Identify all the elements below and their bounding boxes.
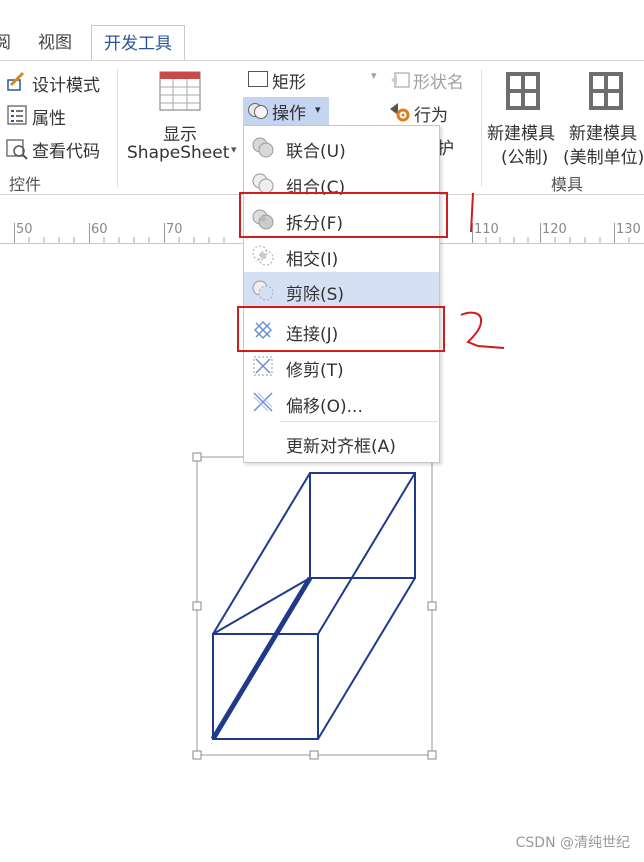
offset-icon bbox=[253, 392, 273, 412]
menu-item-subtract[interactable]: 剪除(S) bbox=[244, 272, 439, 308]
box-shape[interactable] bbox=[212, 472, 416, 740]
menu-item-offset[interactable]: 偏移(O)... bbox=[244, 384, 439, 420]
red-annotation-stroke-1 bbox=[470, 192, 474, 233]
menu-item-label: 更新对齐框(A) bbox=[286, 437, 396, 457]
menu-item-intersect[interactable]: 相交(I) bbox=[244, 237, 439, 273]
menu-item-label: 偏移(O)... bbox=[286, 397, 363, 417]
menu-item-label: 相交(I) bbox=[286, 250, 339, 270]
intersect-icon bbox=[252, 245, 274, 266]
watermark: CSDN @清纯世纪 bbox=[515, 835, 630, 851]
union-icon bbox=[252, 137, 274, 158]
red-highlight-box-fragment bbox=[239, 192, 448, 238]
menu-item-label: 剪除(S) bbox=[286, 285, 345, 305]
red-highlight-box-join bbox=[237, 306, 445, 352]
menu-item-label: 修剪(T) bbox=[286, 361, 344, 381]
menu-item-label: 联合(U) bbox=[286, 142, 346, 162]
red-annotation-stroke-2 bbox=[460, 311, 505, 349]
menu-item-trim[interactable]: 修剪(T) bbox=[244, 348, 439, 384]
subtract-icon bbox=[252, 280, 274, 301]
selected-edge[interactable] bbox=[210, 576, 313, 741]
trim-icon bbox=[253, 356, 273, 376]
operations-menu: 联合(U) 组合(C) 拆分(F) 相交(I) 剪除(S) 连接(J) 修剪(T… bbox=[243, 125, 440, 463]
menu-item-union[interactable]: 联合(U) bbox=[244, 129, 439, 165]
menu-separator bbox=[280, 421, 438, 422]
menu-item-update-alignment-box[interactable]: 更新对齐框(A) bbox=[244, 424, 439, 460]
